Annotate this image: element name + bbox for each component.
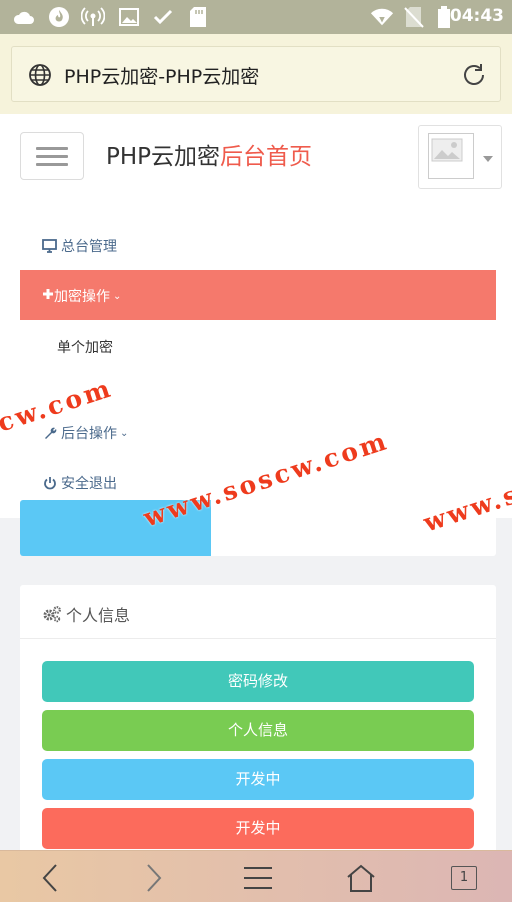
in-development-button[interactable]: 开发中 <box>42 759 474 800</box>
admin-header: PHP云加密后台首页 <box>0 114 512 206</box>
avatar <box>428 133 474 179</box>
menu-icon[interactable] <box>242 863 274 893</box>
cloud-icon <box>12 5 36 29</box>
monitor-icon <box>42 239 57 254</box>
stats-card <box>20 500 496 556</box>
menu-item-encrypt[interactable]: 加密操作 ⌄ <box>20 270 496 320</box>
chevron-down-icon: ⌄ <box>113 290 122 302</box>
tabs-button[interactable]: 1 <box>448 863 480 893</box>
status-bar: 04:43 <box>0 0 512 34</box>
menu-item-label: 总台管理 <box>61 239 117 255</box>
address-bar[interactable]: PHP云加密-PHP云加密 <box>11 46 501 102</box>
no-sim-icon <box>402 5 426 29</box>
tab-count: 1 <box>451 866 477 890</box>
menu-item-label: 安全退出 <box>61 476 117 492</box>
browser-toolbar: PHP云加密-PHP云加密 <box>0 34 512 114</box>
in-development-button-2[interactable]: 开发中 <box>42 808 474 849</box>
status-time: 04:43 <box>449 6 504 26</box>
hamburger-line <box>36 155 68 158</box>
check-icon <box>151 5 175 29</box>
menu-item-backend[interactable]: 后台操作 ⌄ <box>42 423 128 443</box>
change-password-button[interactable]: 密码修改 <box>42 661 474 702</box>
menu-item-dashboard[interactable]: 总台管理 <box>42 236 117 256</box>
personal-info-card: 个人信息 密码修改 个人信息 开发中 开发中 <box>20 585 496 885</box>
back-icon[interactable] <box>34 863 66 893</box>
menu-item-label: 后台操作 <box>61 426 117 442</box>
menu-item-logout[interactable]: 安全退出 <box>42 473 117 493</box>
personal-info-button[interactable]: 个人信息 <box>42 710 474 751</box>
plus-icon <box>42 288 54 304</box>
wifi-icon <box>370 5 394 29</box>
wifi-hotspot-icon <box>81 5 105 29</box>
home-icon[interactable] <box>345 863 377 893</box>
hamburger-line <box>36 147 68 150</box>
menu-toggle-button[interactable] <box>20 132 84 180</box>
card-header: 个人信息 <box>20 585 496 639</box>
page-title: PHP云加密-PHP云加密 <box>64 66 260 88</box>
nav-menu: 总台管理 加密操作 ⌄ 单个加密 后台操作 ⌄ 安全退出 <box>0 206 512 518</box>
flame-icon <box>47 5 71 29</box>
power-icon <box>42 476 57 491</box>
sd-card-icon <box>186 5 210 29</box>
globe-icon <box>28 63 52 87</box>
reload-icon[interactable] <box>460 61 488 89</box>
card-title: 个人信息 <box>66 606 131 625</box>
brand-accent: 后台首页 <box>220 144 313 170</box>
submenu-item-single-encrypt[interactable]: 单个加密 <box>57 337 113 357</box>
brand-title[interactable]: PHP云加密后台首页 <box>106 137 312 171</box>
user-menu-button[interactable] <box>418 125 502 189</box>
browser-bottom-nav: 1 <box>0 850 512 902</box>
menu-item-label: 加密操作 <box>54 289 110 305</box>
forward-icon[interactable] <box>138 863 170 893</box>
gears-icon <box>42 605 62 623</box>
hamburger-line <box>36 163 68 166</box>
brand-main: PHP云加密 <box>106 144 221 170</box>
stats-card-blue-panel <box>20 500 211 556</box>
chevron-down-icon: ⌄ <box>120 427 129 439</box>
wrench-icon <box>42 426 57 441</box>
image-icon <box>117 5 141 29</box>
chevron-down-icon <box>483 156 493 162</box>
